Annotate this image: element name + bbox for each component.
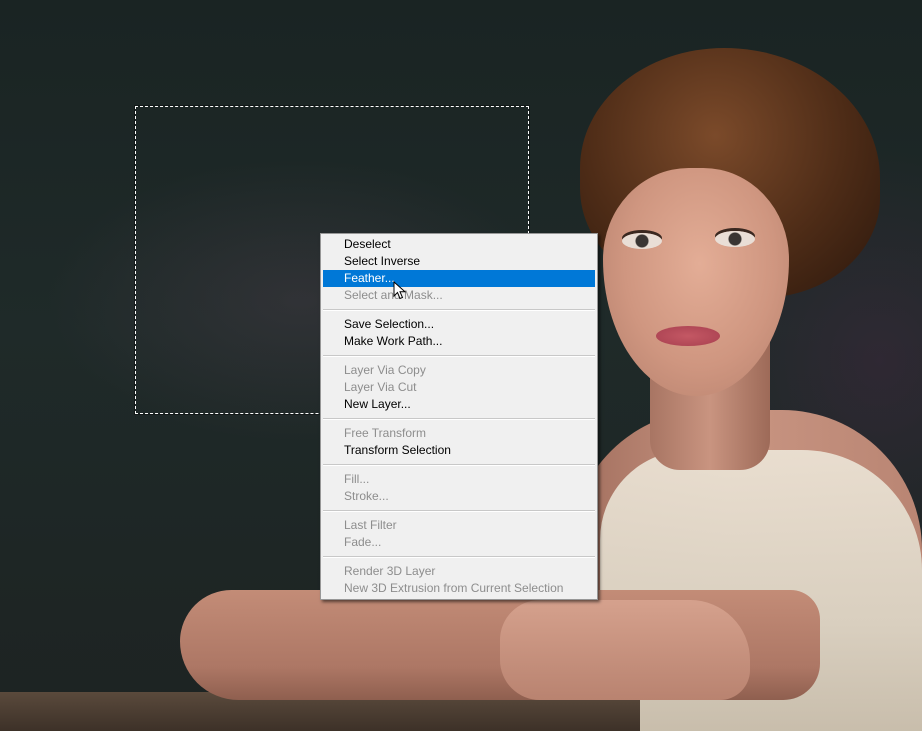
menu-item-layer-via-copy[interactable]: Layer Via Copy bbox=[323, 362, 595, 379]
menu-separator bbox=[323, 510, 595, 512]
menu-group: Save Selection... Make Work Path... bbox=[321, 316, 597, 350]
menu-item-new-layer[interactable]: New Layer... bbox=[323, 396, 595, 413]
portrait-eye-right bbox=[715, 231, 755, 247]
menu-separator bbox=[323, 418, 595, 420]
menu-separator bbox=[323, 355, 595, 357]
portrait-eye-left bbox=[622, 233, 662, 249]
menu-item-layer-via-cut[interactable]: Layer Via Cut bbox=[323, 379, 595, 396]
menu-item-select-and-mask[interactable]: Select and Mask... bbox=[323, 287, 595, 304]
menu-item-transform-selection[interactable]: Transform Selection bbox=[323, 442, 595, 459]
menu-item-render-3d-layer[interactable]: Render 3D Layer bbox=[323, 563, 595, 580]
menu-item-select-inverse[interactable]: Select Inverse bbox=[323, 253, 595, 270]
portrait-lips bbox=[656, 326, 720, 346]
image-canvas[interactable]: Deselect Select Inverse Feather... Select a… bbox=[0, 0, 922, 731]
menu-item-feather[interactable]: Feather... bbox=[323, 270, 595, 287]
menu-separator bbox=[323, 309, 595, 311]
menu-group: Free Transform Transform Selection bbox=[321, 425, 597, 459]
menu-group: Deselect Select Inverse Feather... Select a… bbox=[321, 236, 597, 304]
menu-group: Render 3D Layer New 3D Extrusion from Cur… bbox=[321, 563, 597, 597]
menu-group: Last Filter Fade... bbox=[321, 517, 597, 551]
menu-item-make-work-path[interactable]: Make Work Path... bbox=[323, 333, 595, 350]
menu-item-free-transform[interactable]: Free Transform bbox=[323, 425, 595, 442]
portrait-hand bbox=[500, 600, 750, 700]
arrow-cursor-icon bbox=[393, 281, 407, 300]
menu-item-stroke[interactable]: Stroke... bbox=[323, 488, 595, 505]
menu-separator bbox=[323, 464, 595, 466]
menu-group: Fill... Stroke... bbox=[321, 471, 597, 505]
menu-item-save-selection[interactable]: Save Selection... bbox=[323, 316, 595, 333]
selection-context-menu[interactable]: Deselect Select Inverse Feather... Select a… bbox=[320, 233, 598, 600]
menu-group: Layer Via Copy Layer Via Cut New Layer... bbox=[321, 362, 597, 413]
menu-item-fill[interactable]: Fill... bbox=[323, 471, 595, 488]
menu-item-last-filter[interactable]: Last Filter bbox=[323, 517, 595, 534]
menu-separator bbox=[323, 556, 595, 558]
menu-item-fade[interactable]: Fade... bbox=[323, 534, 595, 551]
menu-item-deselect[interactable]: Deselect bbox=[323, 236, 595, 253]
menu-item-new-3d-extrusion-from-current-selection[interactable]: New 3D Extrusion from Current Selection bbox=[323, 580, 595, 597]
